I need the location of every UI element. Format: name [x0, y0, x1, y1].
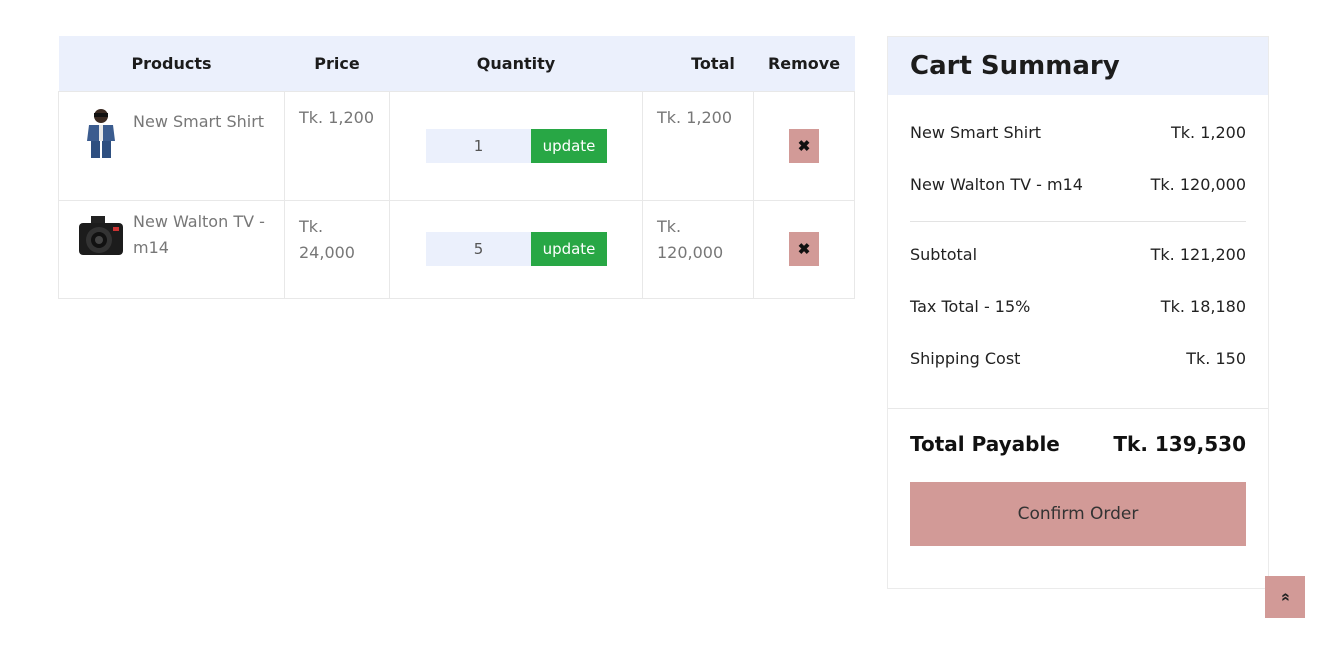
tax-value: Tk. 18,180: [1160, 296, 1246, 316]
price-cell: Tk. 24,000: [284, 199, 390, 299]
summary-item-value: Tk. 120,000: [1150, 174, 1246, 194]
tax-row: Tax Total - 15% Tk. 18,180: [910, 280, 1246, 332]
cart-summary: Cart Summary New Smart Shirt Tk. 1,200 N…: [887, 36, 1269, 589]
cart-table: Products Price Quantity Total Remove New…: [58, 36, 855, 299]
subtotal-label: Subtotal: [910, 244, 978, 264]
product-name[interactable]: New Walton TV - m14: [133, 212, 265, 257]
total-cell: Tk. 1,200: [642, 90, 754, 201]
shipping-label: Shipping Cost: [910, 348, 1021, 368]
camera-product-thumbnail[interactable]: [73, 213, 129, 261]
summary-item-label: New Walton TV - m14: [910, 174, 1083, 194]
summary-item-label: New Smart Shirt: [910, 122, 1042, 142]
product-cell: New Walton TV - m14: [58, 199, 285, 299]
cart-page: Products Price Quantity Total Remove New…: [0, 0, 1333, 652]
shirt-product-thumbnail[interactable]: [73, 106, 129, 162]
summary-header: Cart Summary: [888, 37, 1268, 95]
product-cell: New Smart Shirt: [58, 90, 285, 201]
summary-items: New Smart Shirt Tk. 1,200 New Walton TV …: [888, 95, 1268, 221]
shipping-value: Tk. 150: [1186, 348, 1246, 368]
total-cell: Tk. 120,000: [642, 199, 754, 299]
quantity-input[interactable]: [426, 128, 531, 163]
table-row: New Smart Shirt Tk. 1,200 update Tk. 1,2…: [58, 90, 855, 201]
subtotal-value: Tk. 121,200: [1150, 244, 1246, 264]
remove-button[interactable]: ✖: [789, 232, 819, 266]
summary-title: Cart Summary: [910, 51, 1120, 81]
confirm-order-button[interactable]: Confirm Order: [910, 482, 1246, 546]
summary-totals: Subtotal Tk. 121,200 Tax Total - 15% Tk.…: [888, 222, 1268, 408]
tax-label: Tax Total - 15%: [910, 296, 1031, 316]
close-icon: ✖: [797, 241, 811, 258]
update-button[interactable]: update: [531, 232, 607, 266]
total-payable-row: Total Payable Tk. 139,530: [910, 427, 1246, 461]
summary-divider: [888, 408, 1268, 409]
quantity-cell: update: [389, 90, 643, 201]
product-name[interactable]: New Smart Shirt: [133, 112, 264, 131]
header-products: Products: [58, 36, 285, 91]
double-chevron-up-icon: »: [1276, 592, 1293, 602]
total-payable-label: Total Payable: [910, 432, 1060, 456]
header-price: Price: [284, 36, 390, 91]
update-button[interactable]: update: [531, 128, 607, 163]
quantity-cell: update: [389, 199, 643, 299]
price-cell: Tk. 1,200: [284, 90, 390, 201]
header-remove: Remove: [753, 36, 855, 91]
shipping-row: Shipping Cost Tk. 150: [910, 332, 1246, 384]
remove-button[interactable]: ✖: [789, 128, 819, 163]
summary-item-row: New Smart Shirt Tk. 1,200: [910, 106, 1246, 158]
remove-cell: ✖: [753, 90, 855, 201]
scroll-to-top-button[interactable]: »: [1265, 576, 1305, 618]
summary-item-row: New Walton TV - m14 Tk. 120,000: [910, 158, 1246, 210]
quantity-input[interactable]: [426, 232, 531, 266]
close-icon: ✖: [797, 137, 811, 155]
header-total: Total: [642, 36, 754, 91]
table-row: New Walton TV - m14 Tk. 24,000 update Tk…: [58, 199, 855, 299]
table-header-row: Products Price Quantity Total Remove: [58, 36, 855, 91]
subtotal-row: Subtotal Tk. 121,200: [910, 228, 1246, 280]
summary-item-value: Tk. 1,200: [1170, 122, 1246, 142]
header-quantity: Quantity: [389, 36, 643, 91]
total-payable-value: Tk. 139,530: [1113, 432, 1246, 456]
remove-cell: ✖: [753, 199, 855, 299]
